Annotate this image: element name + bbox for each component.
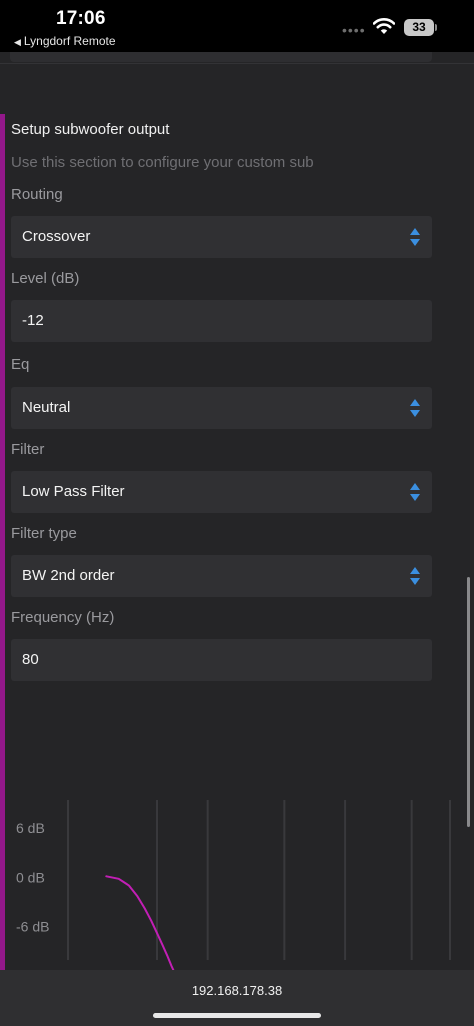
response-curve — [105, 875, 175, 970]
status-time: 17:06 — [56, 8, 106, 29]
previous-field-edge — [10, 52, 432, 62]
battery-tip — [435, 24, 437, 31]
frequency-input[interactable]: 80 — [11, 639, 432, 681]
frequency-value: 80 — [22, 651, 39, 668]
filter-select[interactable]: Low Pass Filter — [11, 471, 432, 513]
back-app-label: Lyngdorf Remote — [23, 34, 116, 48]
frequency-label: Frequency (Hz) — [11, 609, 115, 626]
routing-select[interactable]: Crossover — [11, 216, 432, 258]
filter-value: Low Pass Filter — [22, 483, 125, 500]
frequency-response-chart: 6 dB0 dB-6 dB-12 dB20Hz10025010003K10K20… — [0, 732, 474, 970]
select-arrows-icon — [410, 399, 420, 417]
routing-label: Routing — [11, 186, 63, 203]
home-indicator[interactable] — [153, 1013, 321, 1018]
filter-type-value: BW 2nd order — [22, 567, 115, 584]
bottom-address-bar: 192.168.178.38 — [0, 970, 474, 1026]
chart-canvas: 6 dB0 dB-6 dB-12 dB20Hz10025010003K10K20… — [16, 800, 451, 970]
filter-type-label: Filter type — [11, 525, 77, 542]
wifi-icon — [373, 18, 395, 34]
select-arrows-icon — [410, 483, 420, 501]
host-address: 192.168.178.38 — [191, 983, 283, 998]
battery-icon: 33 — [404, 19, 434, 36]
back-triangle-icon: ◀ — [14, 37, 21, 47]
select-arrows-icon — [410, 228, 420, 246]
eq-value: Neutral — [22, 399, 71, 416]
app-content: Setup subwoofer output Use this section … — [0, 52, 474, 970]
filter-type-select[interactable]: BW 2nd order — [11, 555, 432, 597]
section-description: Use this section to configure your custo… — [11, 154, 314, 171]
status-bar: 17:06 ◀ Lyngdorf Remote •••• 33 — [0, 0, 474, 52]
select-arrows-icon — [410, 567, 420, 585]
divider — [0, 63, 474, 64]
filter-label: Filter — [11, 441, 45, 458]
level-input[interactable]: -12 — [11, 300, 432, 342]
y-tick-label: -6 dB — [16, 919, 49, 935]
section-title: Setup subwoofer output — [11, 121, 170, 138]
routing-value: Crossover — [22, 228, 91, 245]
back-to-app-link[interactable]: ◀ Lyngdorf Remote — [14, 34, 116, 48]
y-tick-label: 6 dB — [16, 820, 45, 836]
level-value: -12 — [22, 312, 44, 329]
eq-label: Eq — [11, 356, 30, 373]
signal-dots-icon: •••• — [342, 22, 366, 38]
y-tick-label: 0 dB — [16, 869, 45, 885]
level-label: Level (dB) — [11, 270, 80, 287]
eq-select[interactable]: Neutral — [11, 387, 432, 429]
